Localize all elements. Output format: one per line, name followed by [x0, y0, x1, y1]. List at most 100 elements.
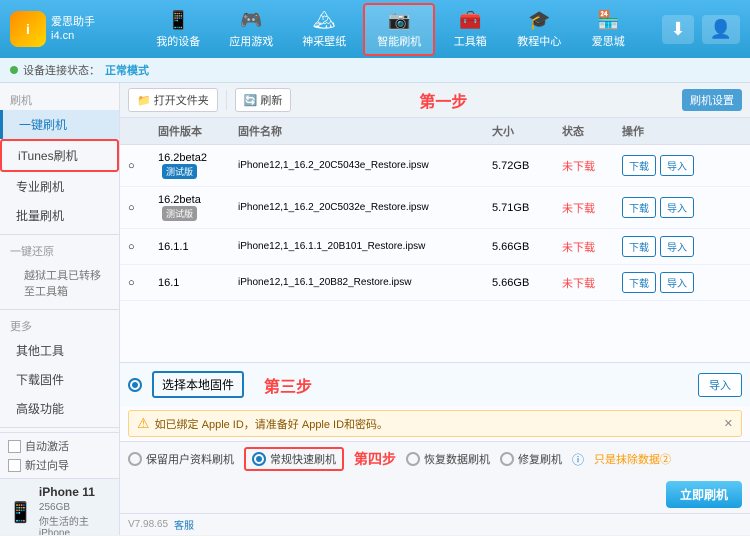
nav-my-devices[interactable]: 📱 我的设备 [144, 5, 212, 54]
local-firmware-radio[interactable] [128, 378, 142, 392]
sidebar-item-advanced[interactable]: 高级功能 [0, 394, 119, 423]
sidebar-item-batch-flash[interactable]: 批量刷机 [0, 201, 119, 230]
folder-icon: 📁 [137, 94, 151, 107]
warning-banner: ⚠ 如已绑定 Apple ID，请准备好 Apple ID和密码。 ✕ [128, 410, 742, 437]
stop-radio[interactable] [500, 452, 514, 466]
recovery-radio[interactable] [406, 452, 420, 466]
guide-check[interactable]: 新过向导 [8, 457, 69, 473]
flash-settings-button[interactable]: 刷机设置 [682, 89, 742, 111]
info-icon[interactable]: ⓘ [572, 451, 584, 468]
header-right: ⬇ 👤 [662, 15, 740, 44]
row-version-3: 16.1 [158, 277, 238, 289]
keep-data-radio[interactable] [128, 452, 142, 466]
download-button[interactable]: ⬇ [662, 15, 693, 44]
local-firmware-label: 选择本地固件 [152, 371, 244, 398]
stop-label: 修复刷机 [518, 451, 562, 467]
sidebar-item-restore-tool[interactable]: 越狱工具已转移至工具箱 [0, 261, 119, 305]
guide-checkbox[interactable] [8, 459, 21, 472]
logo-icon: i [10, 11, 46, 47]
import-btn-3[interactable]: 导入 [660, 272, 694, 293]
download-btn-2[interactable]: 下载 [622, 236, 656, 257]
account-button[interactable]: 👤 [702, 15, 740, 44]
normal-fast-label: 常规快速刷机 [270, 451, 336, 467]
auto-detect-checkbox[interactable] [8, 440, 21, 453]
table-row: ○ 16.1.1 iPhone12,1_16.1.1_20B101_Restor… [120, 229, 750, 265]
logo: i 爱思助手 i4.cn [10, 11, 100, 47]
warning-icon: ⚠ [137, 415, 150, 432]
open-folder-label: 打开文件夹 [154, 92, 209, 108]
table-header: 固件版本 固件名称 大小 状态 操作 [120, 118, 750, 145]
nav-toolbox[interactable]: 🧰 工具箱 [440, 5, 500, 54]
auto-detect-label: 自动激活 [25, 438, 69, 454]
sidebar-sep2 [0, 309, 119, 310]
local-import-button[interactable]: 导入 [698, 373, 742, 397]
flash-option-recovery[interactable]: 恢复数据刷机 [406, 451, 490, 467]
nav-smart-flash[interactable]: 📷 智能刷机 [363, 3, 435, 56]
flash-options: 保留用户资料刷机 常规快速刷机 第四步 恢复数据刷机 修复刷机 ⓘ 只是抹除数据… [120, 441, 750, 513]
auto-detect-check[interactable]: 自动激活 [8, 438, 69, 454]
sidebar-item-download-fw[interactable]: 下载固件 [0, 365, 119, 394]
nav-aisou[interactable]: 🏪 爱思城 [578, 5, 638, 54]
row-version-1: 16.2beta 测试版 [158, 194, 238, 221]
sidebar-item-pro-flash[interactable]: 专业刷机 [0, 172, 119, 201]
warn-link[interactable]: 只是抹除数据② [594, 451, 671, 467]
recovery-label: 恢复数据刷机 [424, 451, 490, 467]
tutorial-label: 教程中心 [517, 33, 561, 49]
apps-icon: 🎮 [240, 10, 262, 31]
row-actions-0: 下载 导入 [622, 155, 742, 176]
flash-now-button[interactable]: 立即刷机 [666, 481, 742, 508]
download-btn-0[interactable]: 下载 [622, 155, 656, 176]
batch-flash-label: 批量刷机 [16, 207, 64, 224]
device-icon: 📱 [8, 500, 33, 525]
row-radio-3[interactable]: ○ [128, 277, 158, 289]
toolbar-sep [226, 90, 227, 110]
service-link[interactable]: 客服 [174, 517, 194, 532]
sidebar-section-flash: 刷机 [0, 88, 119, 110]
nav-wallpaper[interactable]: 🏔 神采壁纸 [290, 5, 358, 54]
sidebar-item-itunes[interactable]: iTunes刷机 第二步 [0, 139, 119, 172]
warning-close[interactable]: ✕ [724, 417, 733, 430]
open-folder-button[interactable]: 📁 打开文件夹 [128, 88, 218, 112]
toolbox-label: 工具箱 [454, 33, 487, 49]
pro-flash-label: 专业刷机 [16, 178, 64, 195]
badge-1: 测试版 [162, 206, 197, 221]
flash-option-normal-fast[interactable]: 常规快速刷机 [244, 447, 344, 471]
wallpaper-icon: 🏔 [313, 10, 336, 31]
local-firmware-row: 选择本地固件 第三步 导入 [120, 362, 750, 406]
flash-option-stop[interactable]: 修复刷机 [500, 451, 562, 467]
download-btn-1[interactable]: 下载 [622, 197, 656, 218]
row-status-1: 未下载 [562, 200, 622, 216]
flash-option-keep-data[interactable]: 保留用户资料刷机 [128, 451, 234, 467]
sidebar-item-one-click[interactable]: 一键刷机 [0, 110, 119, 139]
bottom-bar: 自动激活 新过向导 [0, 432, 119, 478]
status-mode: 正常模式 [105, 62, 149, 78]
nav-apps-games[interactable]: 🎮 应用游戏 [217, 5, 285, 54]
smart-flash-label: 智能刷机 [377, 33, 421, 49]
import-btn-1[interactable]: 导入 [660, 197, 694, 218]
my-devices-icon: 📱 [167, 10, 189, 31]
row-version-0: 16.2beta2 测试版 [158, 152, 238, 179]
th-name: 固件名称 [238, 123, 492, 139]
sidebar-item-other-tools[interactable]: 其他工具 [0, 336, 119, 365]
row-radio-2[interactable]: ○ [128, 241, 158, 253]
download-btn-3[interactable]: 下载 [622, 272, 656, 293]
th-size: 大小 [492, 123, 562, 139]
row-size-1: 5.71GB [492, 202, 562, 214]
row-name-3: iPhone12,1_16.1_20B82_Restore.ipsw [238, 277, 492, 288]
toolbar: 📁 打开文件夹 🔄 刷新 第一步 刷机设置 [120, 83, 750, 118]
refresh-button[interactable]: 🔄 刷新 [235, 88, 292, 112]
row-actions-1: 下载 导入 [622, 197, 742, 218]
row-size-0: 5.72GB [492, 160, 562, 172]
row-size-3: 5.66GB [492, 277, 562, 289]
itunes-label: iTunes刷机 [18, 147, 78, 164]
row-radio-0[interactable]: ○ [128, 160, 158, 172]
normal-fast-radio[interactable] [252, 452, 266, 466]
wallpaper-label: 神采壁纸 [302, 33, 346, 49]
import-btn-0[interactable]: 导入 [660, 155, 694, 176]
row-radio-1[interactable]: ○ [128, 202, 158, 214]
row-version-2: 16.1.1 [158, 241, 238, 253]
th-action: 操作 [622, 123, 742, 139]
content-area: 📁 打开文件夹 🔄 刷新 第一步 刷机设置 固件版本 固件名称 大小 状态 操作… [120, 83, 750, 535]
import-btn-2[interactable]: 导入 [660, 236, 694, 257]
nav-tutorial[interactable]: 🎓 教程中心 [505, 5, 573, 54]
